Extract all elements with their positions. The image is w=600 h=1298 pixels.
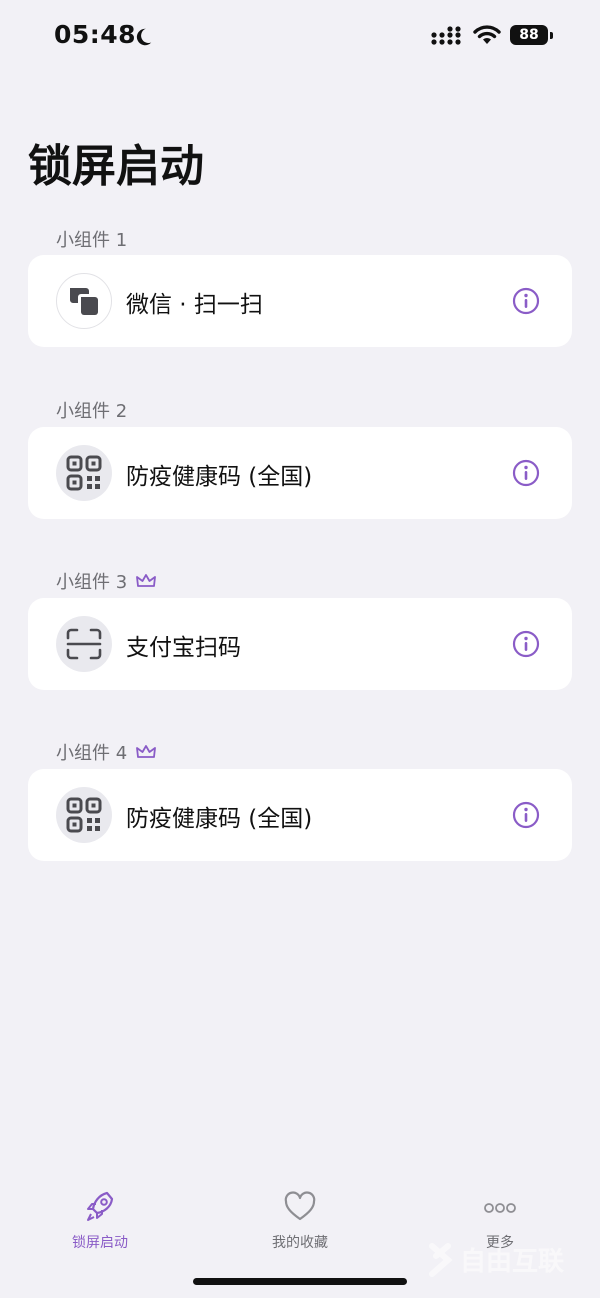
section-label-text: 小组件 1	[56, 230, 128, 251]
section-label-text: 小组件 4	[56, 743, 128, 764]
moon-icon	[136, 28, 152, 46]
tab-label: 锁屏启动	[72, 1235, 128, 1251]
qr-code-icon	[56, 445, 112, 501]
widget-label: 防疫健康码 (全国)	[126, 464, 313, 490]
section-label-text: 小组件 2	[56, 401, 128, 422]
crown-icon	[136, 574, 157, 587]
widget-label: 支付宝扫码	[126, 635, 241, 661]
section-label-widget-2: 小组件 2	[56, 397, 127, 423]
section-label-widget-1: 小组件 1	[56, 226, 127, 252]
widget-card-1[interactable]: 微信 · 扫一扫	[28, 255, 572, 347]
battery-indicator: 88	[510, 25, 554, 47]
section-label-text: 小组件 3	[56, 572, 128, 593]
widget-label: 微信 · 扫一扫	[126, 292, 263, 318]
signal-icon	[431, 26, 461, 45]
tab-label: 我的收藏	[272, 1235, 328, 1251]
widget-card-4[interactable]: 防疫健康码 (全国)	[28, 769, 572, 861]
home-indicator	[193, 1278, 407, 1285]
info-icon[interactable]	[512, 287, 540, 315]
crown-icon	[136, 745, 157, 758]
battery-tip	[550, 32, 553, 39]
section-label-widget-3: 小组件 3	[56, 568, 157, 594]
tab-favorites[interactable]: 我的收藏	[230, 1190, 370, 1252]
wechat-scan-icon	[56, 273, 112, 329]
rocket-icon	[87, 1191, 114, 1221]
watermark-logo: 自由互联	[429, 1243, 564, 1277]
wifi-icon	[473, 25, 501, 44]
status-time: 05:48	[54, 20, 137, 49]
info-icon[interactable]	[512, 801, 540, 829]
info-icon[interactable]	[512, 459, 540, 487]
heart-icon	[284, 1191, 316, 1221]
status-bar: 05:48 88	[0, 0, 600, 70]
tab-lock-screen-launch[interactable]: 锁屏启动	[30, 1190, 170, 1252]
info-icon[interactable]	[512, 630, 540, 658]
widget-card-2[interactable]: 防疫健康码 (全国)	[28, 427, 572, 519]
section-label-widget-4: 小组件 4	[56, 739, 157, 765]
widget-label: 防疫健康码 (全国)	[126, 806, 313, 832]
watermark-text: 自由互联	[460, 1246, 564, 1277]
more-dots-icon	[484, 1203, 516, 1213]
scan-frame-icon	[56, 616, 112, 672]
widget-card-3[interactable]: 支付宝扫码	[28, 598, 572, 690]
battery-level: 88	[510, 25, 548, 45]
qr-code-icon	[56, 787, 112, 843]
page-title: 锁屏启动	[28, 141, 204, 192]
